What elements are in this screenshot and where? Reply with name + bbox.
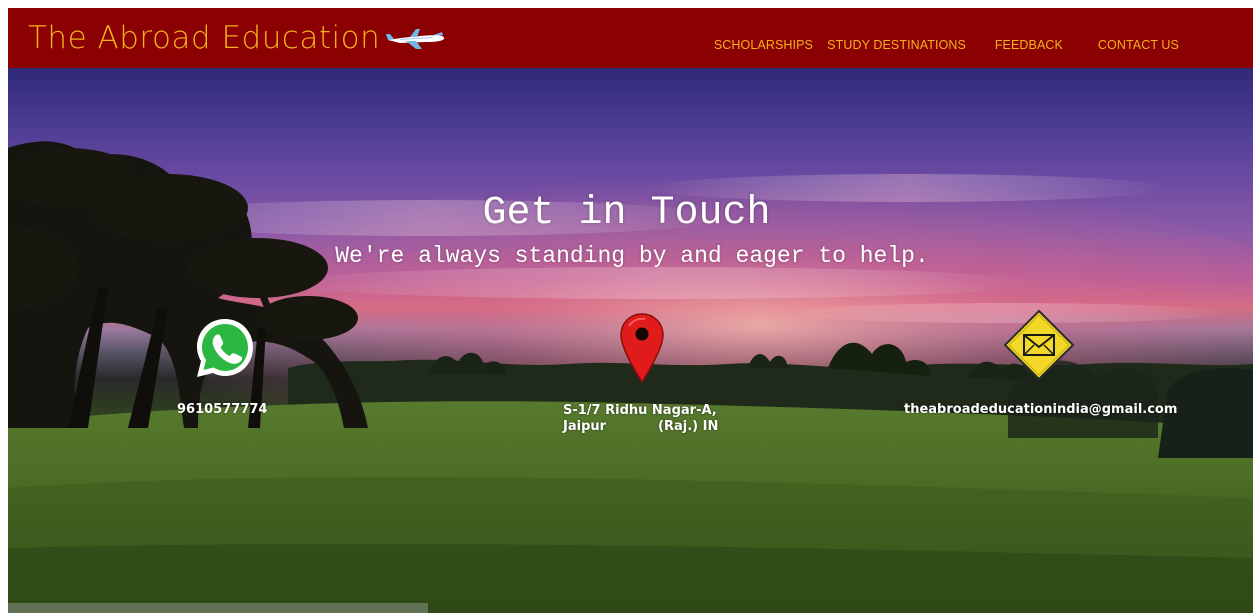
logo-text: The Abroad Education [28, 20, 381, 56]
address-text: S-1/7 Ridhu Nagar-A, Jaipur (Raj.) IN [563, 403, 718, 435]
page-title: Get in Touch [482, 191, 771, 236]
email-address[interactable]: theabroadeducationindia@gmail.com [904, 402, 1177, 418]
nav-scholarships[interactable]: SCHOLARSHIPS [714, 38, 813, 52]
envelope-icon[interactable] [1003, 309, 1075, 381]
address-line-1: S-1/7 Ridhu Nagar-A, [563, 403, 717, 418]
address-line-2: Jaipur (Raj.) IN [563, 419, 718, 435]
phone-number[interactable]: 9610577774 [177, 402, 267, 418]
address-state: (Raj.) IN [658, 419, 719, 434]
airplane-icon [386, 29, 445, 49]
page: The Abroad Education SCHOLARSHIPS STUDY … [0, 0, 1253, 613]
scroll-strip [8, 603, 428, 613]
whatsapp-icon[interactable] [192, 315, 258, 381]
nav-contact-us[interactable]: CONTACT US [1098, 38, 1179, 52]
map-pin-icon [620, 313, 664, 384]
nav-feedback[interactable]: FEEDBACK [995, 38, 1063, 52]
page-subtitle: We're always standing by and eager to he… [335, 243, 929, 269]
site-header: The Abroad Education SCHOLARSHIPS STUDY … [8, 8, 1253, 68]
address-city: Jaipur [563, 419, 607, 434]
nav-study-destinations[interactable]: STUDY DESTINATIONS [827, 38, 966, 52]
site-logo[interactable]: The Abroad Education [28, 18, 446, 58]
